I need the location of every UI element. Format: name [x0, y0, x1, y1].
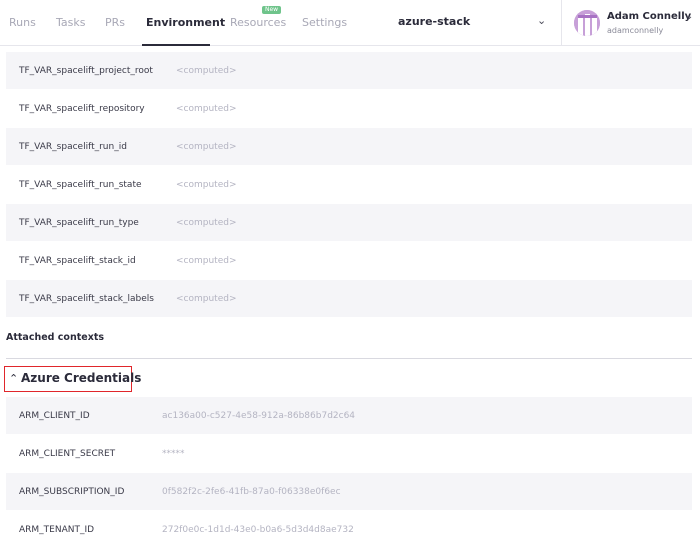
variable-key: TF_VAR_spacelift_run_id: [19, 141, 127, 152]
table-row: TF_VAR_spacelift_run_id <computed>: [6, 128, 692, 166]
chevron-down-icon: ⌄: [685, 11, 694, 22]
chevron-down-icon: ⌄: [537, 14, 547, 27]
chevron-up-icon: ⌃: [9, 372, 19, 385]
variable-value: 0f582f2c-2fe6-41fb-87a0-f06338e0f6ec: [162, 486, 341, 497]
avatar-pattern-icon: [574, 10, 600, 36]
tab-environment[interactable]: Environment: [146, 16, 225, 29]
table-row: TF_VAR_spacelift_run_type <computed>: [6, 204, 692, 242]
table-row: ARM_SUBSCRIPTION_ID 0f582f2c-2fe6-41fb-8…: [6, 473, 692, 511]
table-row: TF_VAR_spacelift_repository <computed>: [6, 90, 692, 128]
variable-value: <computed>: [176, 65, 237, 76]
table-row: TF_VAR_spacelift_project_root <computed>: [6, 52, 692, 90]
tab-runs[interactable]: Runs: [9, 16, 36, 29]
active-tab-indicator: [142, 44, 210, 46]
stack-selector[interactable]: azure-stack ⌄: [356, 0, 561, 46]
table-row: TF_VAR_spacelift_stack_labels <computed>: [6, 280, 692, 318]
variable-value: <computed>: [176, 217, 237, 228]
table-row: TF_VAR_spacelift_stack_id <computed>: [6, 242, 692, 280]
attached-contexts-heading: Attached contexts: [6, 332, 105, 343]
top-navigation-bar: Runs Tasks PRs Environment New Resources…: [0, 0, 700, 46]
environment-variable-list: TF_VAR_spacelift_project_root <computed>…: [6, 52, 692, 318]
variable-key: ARM_SUBSCRIPTION_ID: [19, 486, 125, 497]
context-variable-list: ARM_CLIENT_ID ac136a00-c527-4e58-912a-86…: [6, 397, 692, 546]
user-menu[interactable]: Adam Connelly adamconnelly ⌄: [562, 0, 700, 46]
table-row: TF_VAR_spacelift_run_state <computed>: [6, 166, 692, 204]
tab-tasks[interactable]: Tasks: [56, 16, 85, 29]
avatar: [574, 10, 600, 36]
variable-key: TF_VAR_spacelift_stack_id: [19, 255, 136, 266]
variable-key: TF_VAR_spacelift_project_root: [19, 65, 153, 76]
variable-key: ARM_CLIENT_ID: [19, 410, 90, 421]
variable-value: <computed>: [176, 103, 237, 114]
section-divider: [6, 358, 692, 359]
variable-key: ARM_TENANT_ID: [19, 524, 95, 535]
variable-key: ARM_CLIENT_SECRET: [19, 448, 116, 459]
tab-resources[interactable]: Resources: [230, 16, 286, 29]
tab-prs[interactable]: PRs: [105, 16, 125, 29]
variable-value: 272f0e0c-1d1d-43e0-b0a6-5d3d4d8ae732: [162, 524, 354, 535]
user-login: adamconnelly: [607, 26, 664, 35]
tab-settings[interactable]: Settings: [302, 16, 347, 29]
variable-value: <computed>: [176, 255, 237, 266]
table-row: ARM_TENANT_ID 272f0e0c-1d1d-43e0-b0a6-5d…: [6, 511, 692, 546]
variable-value: <computed>: [176, 293, 237, 304]
user-name: Adam Connelly: [607, 11, 692, 22]
context-name: Azure Credentials: [21, 371, 142, 385]
new-badge: New: [262, 6, 282, 14]
variable-key: TF_VAR_spacelift_repository: [19, 103, 145, 114]
table-row: ARM_CLIENT_SECRET *****: [6, 435, 692, 473]
table-row: ARM_CLIENT_ID ac136a00-c527-4e58-912a-86…: [6, 397, 692, 435]
variable-value: ac136a00-c527-4e58-912a-86b86b7d2c64: [162, 410, 356, 421]
variable-key: TF_VAR_spacelift_run_type: [19, 217, 139, 228]
variable-key: TF_VAR_spacelift_stack_labels: [19, 293, 154, 304]
variable-key: TF_VAR_spacelift_run_state: [19, 179, 142, 190]
variable-value: <computed>: [176, 179, 237, 190]
stack-name: azure-stack: [398, 15, 471, 28]
variable-value: *****: [162, 448, 185, 459]
context-toggle-azure-credentials[interactable]: ⌃ Azure Credentials: [4, 366, 141, 392]
variable-value: <computed>: [176, 141, 237, 152]
